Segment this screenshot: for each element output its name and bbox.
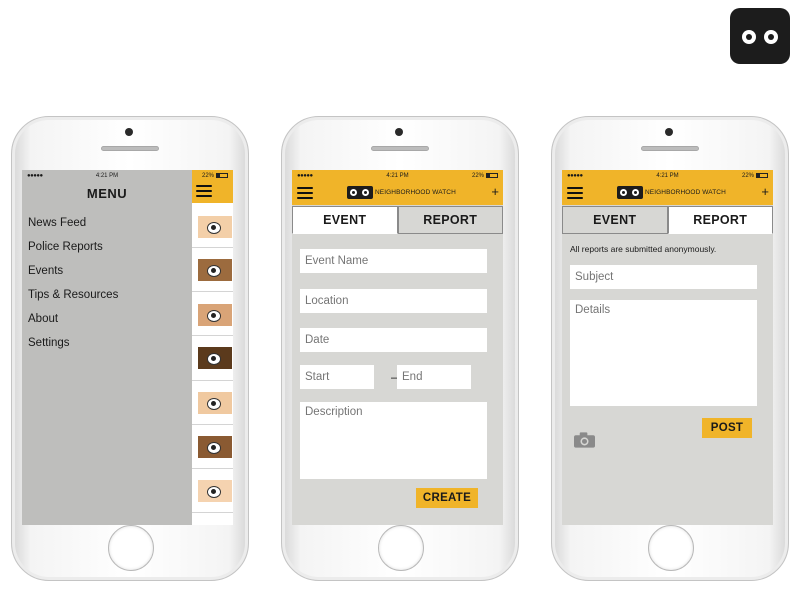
tab-bar: EVENT REPORT — [292, 206, 503, 234]
screen-report: ●●●●● 4:21 PM 22% NEIGHBORHOOD WATCH + E… — [562, 170, 773, 525]
feed-thumbnail[interactable] — [198, 392, 232, 414]
post-button[interactable]: POST — [702, 418, 752, 438]
app-header: ●●●●● 4:21 PM 22% NEIGHBORHOOD WATCH + — [292, 170, 503, 205]
status-time: 4:21 PM — [386, 172, 409, 179]
front-camera — [125, 128, 133, 136]
phone-event: ●●●●● 4:21 PM 22% NEIGHBORHOOD WATCH + E… — [281, 116, 519, 581]
feed-thumbnail[interactable] — [198, 304, 232, 326]
header-peek: 22% — [192, 170, 233, 203]
tab-report[interactable]: REPORT — [397, 206, 503, 234]
earpiece — [641, 146, 699, 151]
home-button[interactable] — [378, 525, 424, 571]
battery-icon — [216, 173, 228, 178]
divider — [192, 335, 233, 336]
feed-peek: 22% — [192, 170, 233, 525]
date-input[interactable] — [300, 328, 487, 352]
subject-input[interactable] — [570, 265, 757, 289]
menu-list: News Feed Police Reports Events Tips & R… — [28, 216, 118, 360]
divider — [192, 468, 233, 469]
hamburger-menu-icon[interactable] — [297, 187, 313, 199]
logo-icon — [347, 185, 373, 199]
front-camera — [395, 128, 403, 136]
divider — [192, 291, 233, 292]
app-header: ●●●●● 4:21 PM 22% NEIGHBORHOOD WATCH + — [562, 170, 773, 205]
brand: NEIGHBORHOOD WATCH — [617, 185, 726, 199]
tab-report[interactable]: REPORT — [667, 206, 773, 234]
menu-item-settings[interactable]: Settings — [28, 336, 118, 360]
feed-thumbnail[interactable] — [198, 480, 232, 502]
divider — [192, 247, 233, 248]
anonymous-note: All reports are submitted anonymously. — [570, 244, 717, 254]
brand-name: NEIGHBORHOOD WATCH — [375, 188, 456, 196]
status-bar-right: 22% — [192, 170, 233, 181]
front-camera — [665, 128, 673, 136]
details-textarea[interactable] — [570, 300, 757, 406]
phone-report: ●●●●● 4:21 PM 22% NEIGHBORHOOD WATCH + E… — [551, 116, 789, 581]
logo-eye-right — [764, 30, 778, 44]
battery-percent: 22% — [201, 172, 214, 179]
event-name-input[interactable] — [300, 249, 487, 273]
home-button[interactable] — [108, 525, 154, 571]
status-bar: ●●●●● 4:21 PM 22% — [292, 170, 503, 181]
create-button[interactable]: CREATE — [416, 488, 478, 508]
add-icon[interactable]: + — [761, 185, 769, 198]
battery-indicator: 22% — [202, 173, 228, 179]
menu-item-police-reports[interactable]: Police Reports — [28, 240, 118, 264]
feed-thumbnail[interactable] — [198, 347, 232, 369]
menu-item-tips-resources[interactable]: Tips & Resources — [28, 288, 118, 312]
start-time-input[interactable] — [300, 365, 374, 389]
logo-icon — [617, 185, 643, 199]
tab-event[interactable]: EVENT — [562, 206, 668, 234]
tab-event[interactable]: EVENT — [292, 206, 398, 234]
status-bar: ●●●●● 4:21 PM 22% — [562, 170, 773, 181]
hamburger-menu-icon[interactable] — [196, 185, 212, 197]
phone-menu: ●●●●● 4:21 PM MENU News Feed Police Repo… — [11, 116, 249, 581]
feed-thumbnail[interactable] — [198, 259, 232, 281]
menu-item-news-feed[interactable]: News Feed — [28, 216, 118, 240]
feed-thumbnail[interactable] — [198, 436, 232, 458]
status-time: 4:21 PM — [656, 172, 679, 179]
divider — [192, 512, 233, 513]
location-input[interactable] — [300, 289, 487, 313]
tab-bar: EVENT REPORT — [562, 206, 773, 234]
menu-item-events[interactable]: Events — [28, 264, 118, 288]
home-button[interactable] — [648, 525, 694, 571]
brand-name: NEIGHBORHOOD WATCH — [645, 188, 726, 196]
status-bar: ●●●●● 4:21 PM — [22, 170, 192, 181]
menu-item-about[interactable]: About — [28, 312, 118, 336]
brand: NEIGHBORHOOD WATCH — [347, 185, 456, 199]
menu-title: MENU — [86, 186, 128, 201]
add-icon[interactable]: + — [491, 185, 499, 198]
camera-icon[interactable] — [574, 432, 595, 448]
screen-event: ●●●●● 4:21 PM 22% NEIGHBORHOOD WATCH + E… — [292, 170, 503, 525]
hamburger-menu-icon[interactable] — [567, 187, 583, 199]
feed-thumbnail[interactable] — [198, 216, 232, 238]
status-time: 4:21 PM — [95, 172, 119, 179]
divider — [192, 380, 233, 381]
end-time-input[interactable] — [397, 365, 471, 389]
description-textarea[interactable] — [300, 402, 487, 479]
screen-menu: ●●●●● 4:21 PM MENU News Feed Police Repo… — [22, 170, 233, 525]
battery-icon — [756, 173, 768, 178]
earpiece — [101, 146, 159, 151]
app-logo-icon — [730, 8, 790, 64]
divider — [192, 424, 233, 425]
side-menu: ●●●●● 4:21 PM MENU News Feed Police Repo… — [22, 170, 192, 525]
logo-eye-left — [742, 30, 756, 44]
earpiece — [371, 146, 429, 151]
battery-icon — [486, 173, 498, 178]
